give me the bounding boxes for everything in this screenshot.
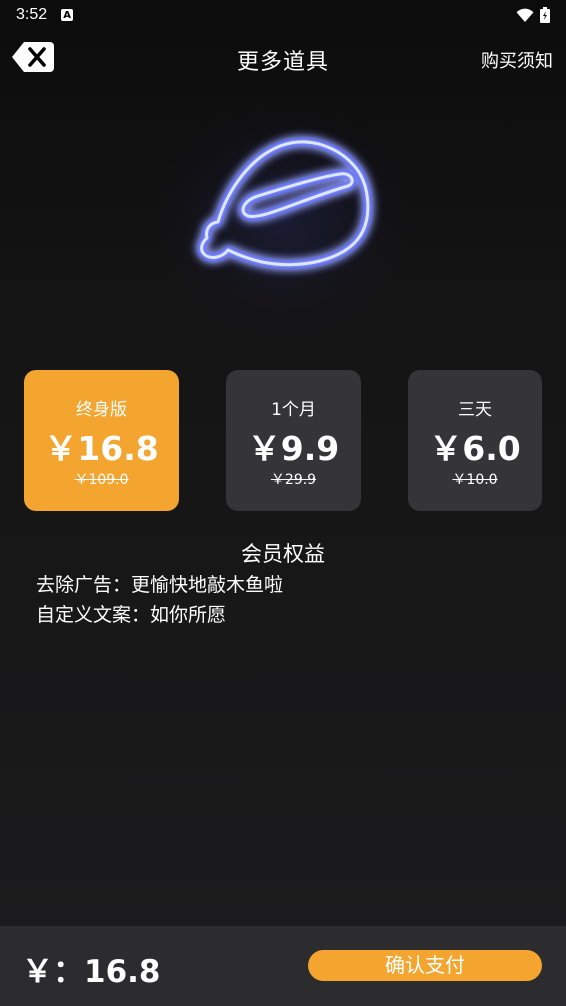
plan-card-1-month[interactable]: 1个月 ￥9.9 ￥29.9 [226,370,361,511]
battery-icon [540,7,550,23]
bottom-bar: ￥：16.8 确认支付 [0,926,566,1006]
status-time: 3:52 [16,6,48,23]
plan-options: 终身版 ￥16.8 ￥109.0 1个月 ￥9.9 ￥29.9 三天 ￥6.0 … [0,370,566,511]
plan-card-3-days[interactable]: 三天 ￥6.0 ￥10.0 [408,370,542,511]
plan-original-price: ￥109.0 [74,472,129,488]
notification-icon: A [61,9,74,21]
plan-original-price: ￥29.9 [270,472,317,488]
total-price: ￥：16.8 [22,954,161,990]
status-bar: 3:52 A [0,0,566,30]
plan-card-lifetime[interactable]: 终身版 ￥16.8 ￥109.0 [24,370,179,511]
plan-price: ￥6.0 [429,429,521,468]
wifi-icon [516,8,534,22]
plan-name: 三天 [458,400,492,420]
benefits-title: 会员权益 [241,542,325,566]
plan-name: 1个月 [271,400,316,420]
benefit-item: 自定义文案：如你所愿 [36,604,227,626]
plan-name: 终身版 [76,400,127,420]
screen: 3:52 A 更多道具 购买须知 终身版 ￥16.8 ￥109.0 1个月 ￥9… [0,0,566,1006]
neon-wooden-fish-icon [197,137,373,270]
confirm-pay-button[interactable]: 确认支付 [308,950,542,981]
benefit-item: 去除广告：更愉快地敲木鱼啦 [36,574,284,596]
hero [0,90,566,360]
header: 更多道具 购买须知 [0,38,566,78]
plan-price: ￥16.8 [44,429,159,468]
purchase-notes-link[interactable]: 购买须知 [481,47,553,73]
plan-price: ￥9.9 [247,429,340,468]
plan-original-price: ￥10.0 [452,472,498,488]
status-icons [516,7,550,23]
